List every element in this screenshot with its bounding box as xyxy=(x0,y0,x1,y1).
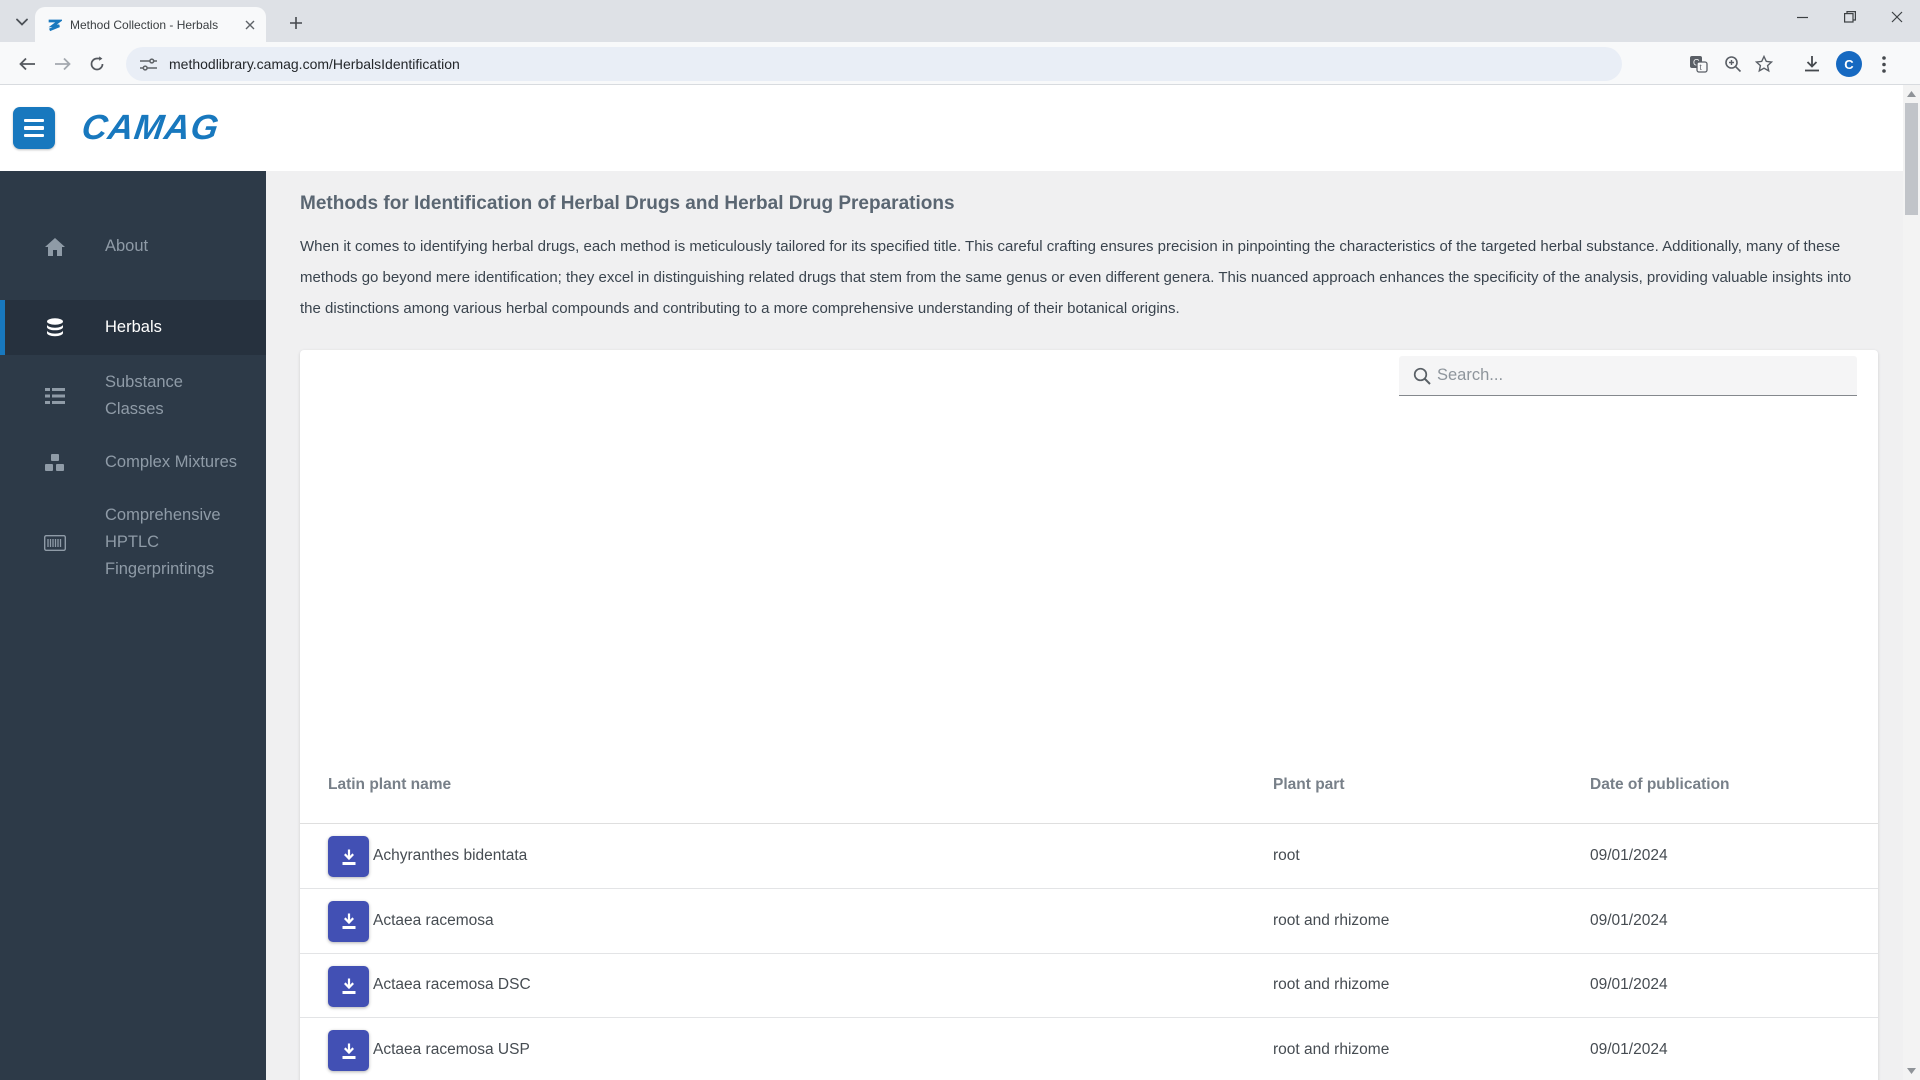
publication-date-cell: 09/01/2024 xyxy=(1590,847,1668,865)
scroll-down-icon[interactable] xyxy=(1903,1063,1920,1079)
sidebar-item-label: About xyxy=(105,237,149,255)
home-icon xyxy=(5,237,105,256)
table-row: Actaea racemosa DSC root and rhizome 09/… xyxy=(300,954,1878,1019)
tab-title: Method Collection - Herbals xyxy=(70,17,219,32)
latin-plant-name-cell: Actaea racemosa USP xyxy=(373,1040,530,1058)
reload-icon[interactable] xyxy=(82,49,112,79)
downloads-icon[interactable] xyxy=(1798,50,1826,78)
sidebar-item-hptlc-fingerprintings[interactable]: Comprehensive HPTLC Fingerprintings xyxy=(0,490,266,595)
download-method-button[interactable] xyxy=(328,1030,369,1072)
intro-paragraph: When it comes to identifying herbal drug… xyxy=(300,238,1852,317)
sidebar-item-herbals[interactable]: Herbals xyxy=(0,300,266,355)
sidebar: About Herbals Substance Classes Complex … xyxy=(0,171,266,1080)
tab-search-chevron-icon[interactable] xyxy=(8,8,35,35)
search-input[interactable] xyxy=(1437,366,1817,386)
plant-part-cell: root xyxy=(1273,847,1300,865)
plant-part-cell: root and rhizome xyxy=(1273,1040,1390,1058)
sidebar-item-complex-mixtures[interactable]: Complex Mixtures xyxy=(0,437,266,488)
plant-part-cell: root and rhizome xyxy=(1273,976,1390,994)
plant-part-cell: root and rhizome xyxy=(1273,911,1390,929)
address-bar[interactable]: methodlibrary.camag.com/HerbalsIdentific… xyxy=(126,47,1622,81)
download-icon xyxy=(340,1042,358,1060)
list-icon xyxy=(5,387,105,405)
browser-toolbar: methodlibrary.camag.com/HerbalsIdentific… xyxy=(0,42,1920,85)
boxes-icon xyxy=(5,453,105,472)
table-header: Latin plant name Plant part Date of publ… xyxy=(300,747,1878,825)
publication-date-cell: 09/01/2024 xyxy=(1590,976,1668,994)
forward-icon[interactable] xyxy=(47,49,77,79)
database-icon xyxy=(5,317,105,338)
restore-icon[interactable] xyxy=(1826,0,1873,34)
menu-dots-icon[interactable] xyxy=(1870,50,1898,78)
browser-window: Method Collection - Herbals methodlibrar… xyxy=(0,0,1920,1080)
browser-tab[interactable]: Method Collection - Herbals xyxy=(35,7,266,42)
camag-logo: CAMAG xyxy=(79,108,223,147)
translate-icon[interactable]: Gt xyxy=(1684,50,1712,78)
latin-plant-name-cell: Actaea racemosa DSC xyxy=(373,976,531,994)
download-method-button[interactable] xyxy=(328,965,369,1007)
close-window-icon[interactable] xyxy=(1873,0,1920,34)
tab-bar: Method Collection - Herbals xyxy=(0,0,1920,42)
favicon-camag-icon xyxy=(46,17,62,33)
download-icon xyxy=(340,912,358,930)
sidebar-item-label: Complex Mixtures xyxy=(105,453,238,471)
page-scrollbar[interactable] xyxy=(1903,85,1920,1080)
main-content: Methods for Identification of Herbal Dru… xyxy=(266,171,1903,1080)
download-icon xyxy=(340,977,358,995)
site-header xyxy=(0,85,1903,171)
bookmark-star-icon[interactable] xyxy=(1750,50,1778,78)
url-text: methodlibrary.camag.com/HerbalsIdentific… xyxy=(169,56,460,72)
barcode-icon xyxy=(5,534,105,551)
download-icon xyxy=(340,848,358,866)
zoom-icon[interactable] xyxy=(1719,50,1747,78)
page-title: Methods for Identification of Herbal Dru… xyxy=(300,193,955,214)
sidebar-item-substance-classes[interactable]: Substance Classes xyxy=(0,357,266,435)
table-row: Actaea racemosa root and rhizome 09/01/2… xyxy=(300,889,1878,954)
column-header-latin-plant-name: Latin plant name xyxy=(328,776,452,794)
publication-date-cell: 09/01/2024 xyxy=(1590,1040,1668,1058)
table-row: Actaea racemosa USP root and rhizome 09/… xyxy=(300,1018,1878,1080)
site-settings-icon[interactable] xyxy=(140,57,157,72)
hamburger-menu-button[interactable] xyxy=(13,107,55,149)
methods-table-card: Latin plant name Plant part Date of publ… xyxy=(300,350,1878,1080)
window-controls xyxy=(1779,0,1920,34)
publication-date-cell: 09/01/2024 xyxy=(1590,911,1668,929)
search-icon xyxy=(1413,367,1431,386)
sidebar-item-label: Substance Classes xyxy=(105,373,183,418)
search-box[interactable] xyxy=(1399,356,1857,397)
scrollbar-thumb[interactable] xyxy=(1905,103,1918,215)
sidebar-item-label: Comprehensive HPTLC Fingerprintings xyxy=(105,506,221,578)
profile-avatar[interactable]: C xyxy=(1836,51,1862,77)
minimize-icon[interactable] xyxy=(1779,0,1826,34)
latin-plant-name-cell: Actaea racemosa xyxy=(373,911,494,929)
back-icon[interactable] xyxy=(12,49,42,79)
column-header-plant-part: Plant part xyxy=(1273,776,1345,794)
new-tab-button[interactable] xyxy=(283,10,309,36)
sidebar-item-about[interactable]: About xyxy=(0,221,266,272)
download-method-button[interactable] xyxy=(328,900,369,942)
tab-close-icon[interactable] xyxy=(241,16,258,33)
scroll-up-icon[interactable] xyxy=(1903,86,1920,102)
table-body: Achyranthes bidentata root 09/01/2024 Ac… xyxy=(300,824,1878,1080)
table-row: Achyranthes bidentata root 09/01/2024 xyxy=(300,824,1878,889)
download-method-button[interactable] xyxy=(328,836,369,878)
latin-plant-name-cell: Achyranthes bidentata xyxy=(373,847,528,865)
column-header-date-of-publication: Date of publication xyxy=(1590,776,1730,794)
sidebar-item-label: Herbals xyxy=(105,318,162,336)
